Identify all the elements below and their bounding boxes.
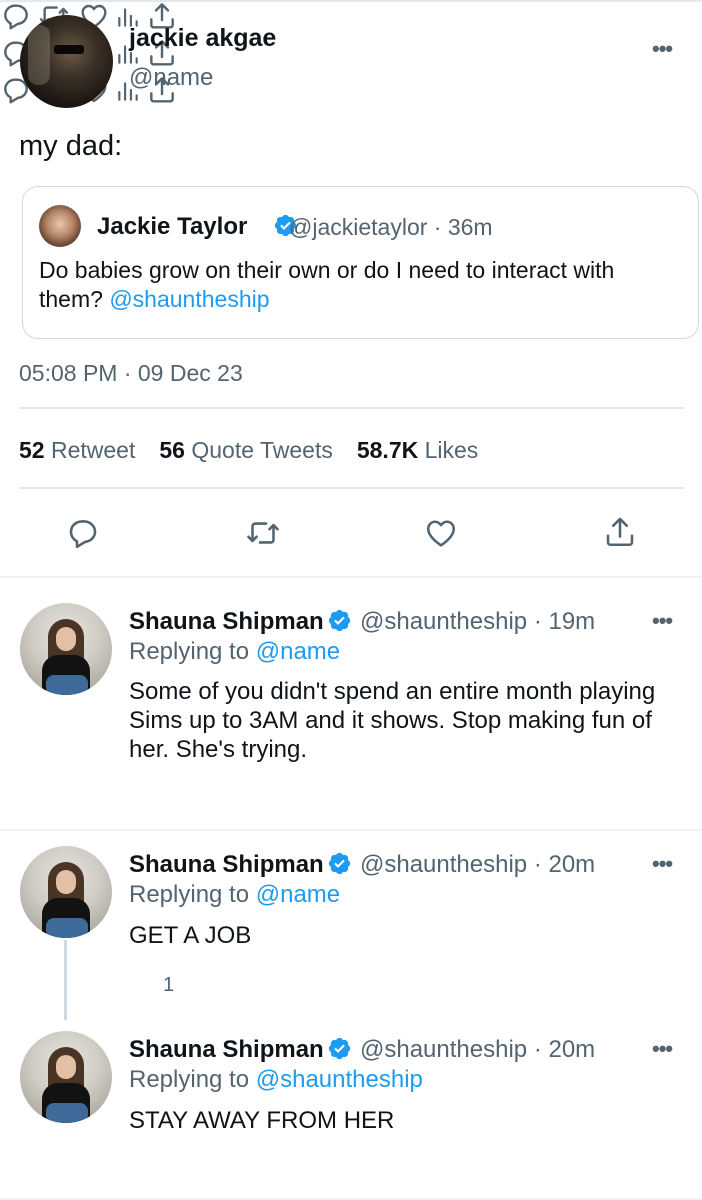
tweet-text: Some of you didn't spend an entire month…: [129, 678, 656, 763]
verified-badge-icon: [328, 852, 351, 875]
more-dots-icon[interactable]: •••: [652, 36, 673, 62]
mention-link[interactable]: @shauntheship: [109, 286, 269, 312]
replying-to: Replying to @shauntheship: [129, 1066, 423, 1093]
share-icon[interactable]: [602, 513, 638, 551]
tweet-text: GET A JOB: [129, 922, 252, 949]
quoted-meta: @jackietaylor · 36m: [289, 214, 493, 240]
section-divider: [0, 829, 702, 831]
verified-badge-icon: [328, 1037, 351, 1060]
mention-link[interactable]: @name: [256, 881, 340, 908]
engagement-stats: 52 Retweet 56 Quote Tweets 58.7K Likes: [19, 437, 478, 464]
more-dots-icon[interactable]: •••: [652, 851, 673, 877]
likes-stat[interactable]: 58.7K Likes: [357, 437, 478, 463]
tweet-text: my dad:: [19, 130, 123, 162]
avatar[interactable]: [20, 603, 112, 695]
top-divider: [0, 0, 702, 2]
replying-to: Replying to @name: [129, 881, 341, 908]
avatar[interactable]: [20, 15, 113, 108]
like-heart-icon[interactable]: [422, 515, 460, 551]
mention-link[interactable]: @shauntheship: [256, 1066, 423, 1093]
divider: [19, 407, 684, 409]
avatar[interactable]: [20, 1031, 112, 1123]
tweet-meta: @shauntheship · 20m: [360, 1036, 596, 1063]
avatar[interactable]: [20, 846, 112, 938]
replying-to: Replying to @name: [129, 638, 341, 665]
tweet-text: STAY AWAY FROM HER: [129, 1107, 395, 1134]
quoted-avatar[interactable]: [39, 205, 81, 247]
author-name[interactable]: jackie akgae: [129, 24, 276, 53]
quoted-author-name[interactable]: Jackie Taylor: [97, 213, 247, 241]
tweet-timestamp[interactable]: 05:08 PM · 09 Dec 23: [19, 360, 243, 387]
thread-connector: [64, 940, 67, 1020]
reply-count: 1: [163, 974, 175, 996]
reply-icon[interactable]: [0, 0, 32, 32]
quoted-tweet[interactable]: Jackie Taylor @jackietaylor · 36m Do bab…: [22, 186, 699, 339]
retweet-icon[interactable]: [243, 515, 283, 551]
quotes-stat[interactable]: 56 Quote Tweets: [159, 437, 332, 463]
divider: [19, 487, 684, 489]
more-dots-icon[interactable]: •••: [652, 608, 673, 634]
author-name[interactable]: Shauna Shipman: [129, 851, 324, 879]
quoted-text: Do babies grow on their own or do I need…: [39, 256, 679, 314]
tweet-meta: @shauntheship · 19m: [360, 608, 596, 635]
mention-link[interactable]: @name: [256, 638, 340, 665]
author-name[interactable]: Shauna Shipman: [129, 1036, 324, 1064]
reply-tweet[interactable]: Shauna Shipman @shauntheship · 19m ••• R…: [0, 0, 702, 763]
tweet-meta: @shauntheship · 20m: [360, 851, 596, 878]
author-name[interactable]: Shauna Shipman: [129, 608, 324, 636]
reply-icon[interactable]: [65, 515, 101, 551]
more-dots-icon[interactable]: •••: [652, 1036, 673, 1062]
retweets-stat[interactable]: 52 Retweet: [19, 437, 135, 463]
author-handle[interactable]: @name: [129, 64, 213, 92]
section-divider: [0, 576, 702, 578]
verified-badge-icon: [328, 609, 351, 632]
